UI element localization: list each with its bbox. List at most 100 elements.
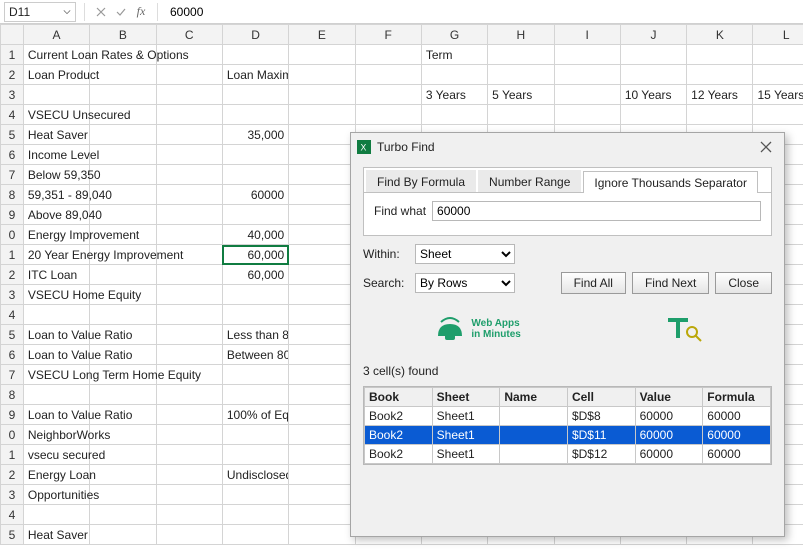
cell[interactable] xyxy=(222,365,288,385)
row-header[interactable]: 6 xyxy=(1,145,24,165)
cell[interactable] xyxy=(156,105,222,125)
cell[interactable] xyxy=(222,505,288,525)
cell[interactable] xyxy=(289,345,355,365)
row-header[interactable]: 3 xyxy=(1,85,24,105)
cell[interactable]: 60,000 xyxy=(222,245,288,265)
cell[interactable] xyxy=(156,385,222,405)
cell[interactable]: Energy Loan xyxy=(23,465,89,485)
tab-number-range[interactable]: Number Range xyxy=(478,170,581,192)
cell[interactable]: Heat Saver xyxy=(23,125,89,145)
col-header-H[interactable]: H xyxy=(488,25,554,45)
cell[interactable] xyxy=(90,265,156,285)
row-header[interactable]: 9 xyxy=(1,405,24,425)
cell[interactable] xyxy=(222,165,288,185)
fx-icon[interactable]: fx xyxy=(133,4,149,20)
result-row[interactable]: Book2Sheet1$D$116000060000 xyxy=(365,426,771,445)
result-col-header[interactable]: Value xyxy=(635,388,703,407)
cell[interactable]: 12 Years xyxy=(687,85,753,105)
cell[interactable] xyxy=(90,385,156,405)
row-header[interactable]: 6 xyxy=(1,345,24,365)
result-row[interactable]: Book2Sheet1$D$126000060000 xyxy=(365,445,771,464)
turbo-find-logo[interactable] xyxy=(662,314,702,344)
cell[interactable]: 3 Years xyxy=(421,85,487,105)
cell[interactable] xyxy=(488,65,554,85)
cell[interactable] xyxy=(156,125,222,145)
cell[interactable] xyxy=(222,485,288,505)
cell[interactable] xyxy=(23,85,89,105)
cell[interactable]: Income Level xyxy=(23,145,89,165)
cell[interactable]: 10 Years xyxy=(620,85,686,105)
cell[interactable] xyxy=(156,145,222,165)
find-next-button[interactable]: Find Next xyxy=(632,272,709,294)
cell[interactable] xyxy=(23,505,89,525)
cell[interactable] xyxy=(222,205,288,225)
cell[interactable] xyxy=(289,245,355,265)
cell[interactable] xyxy=(156,325,222,345)
cell[interactable] xyxy=(222,145,288,165)
close-button[interactable]: Close xyxy=(715,272,772,294)
cell[interactable] xyxy=(355,105,421,125)
cell[interactable] xyxy=(90,65,156,85)
col-header-I[interactable]: I xyxy=(554,25,620,45)
cell[interactable]: Between 80% & 90 xyxy=(222,345,288,365)
cell[interactable] xyxy=(421,105,487,125)
cell[interactable] xyxy=(753,45,803,65)
cell[interactable] xyxy=(222,445,288,465)
cell[interactable] xyxy=(156,305,222,325)
row-header[interactable]: 8 xyxy=(1,185,24,205)
cell[interactable]: ITC Loan xyxy=(23,265,89,285)
cell[interactable] xyxy=(156,505,222,525)
cell[interactable] xyxy=(289,225,355,245)
cell[interactable] xyxy=(289,325,355,345)
cell[interactable] xyxy=(156,345,222,365)
web-apps-logo[interactable]: Web Apps in Minutes xyxy=(433,314,520,344)
cell[interactable] xyxy=(289,105,355,125)
cell[interactable]: 40,000 xyxy=(222,225,288,245)
col-header-J[interactable]: J xyxy=(620,25,686,45)
cell[interactable] xyxy=(156,265,222,285)
cell[interactable] xyxy=(156,405,222,425)
row-header[interactable]: 5 xyxy=(1,125,24,145)
cell[interactable]: Loan to Value Ratio xyxy=(23,345,89,365)
cell[interactable] xyxy=(488,45,554,65)
row-header[interactable]: 0 xyxy=(1,225,24,245)
cell[interactable]: Loan Maximum xyxy=(222,65,288,85)
cell[interactable]: 59,351 - 89,040 xyxy=(23,185,89,205)
row-header[interactable]: 2 xyxy=(1,65,24,85)
col-header-D[interactable]: D xyxy=(222,25,288,45)
cell[interactable] xyxy=(289,365,355,385)
search-select[interactable]: By Rows xyxy=(415,273,515,293)
close-icon[interactable] xyxy=(754,135,778,159)
cell[interactable] xyxy=(156,85,222,105)
cancel-icon[interactable] xyxy=(93,4,109,20)
col-header-L[interactable]: L xyxy=(753,25,803,45)
cell[interactable]: Below 59,350 xyxy=(23,165,89,185)
cell[interactable] xyxy=(289,45,355,65)
cell[interactable] xyxy=(23,305,89,325)
cell[interactable] xyxy=(355,45,421,65)
confirm-icon[interactable] xyxy=(113,4,129,20)
dialog-titlebar[interactable]: X Turbo Find xyxy=(351,133,784,161)
cell[interactable] xyxy=(90,505,156,525)
cell[interactable]: 100% of Equity xyxy=(222,405,288,425)
cell[interactable] xyxy=(687,105,753,125)
row-header[interactable]: 7 xyxy=(1,165,24,185)
corner-cell[interactable] xyxy=(1,25,24,45)
cell[interactable] xyxy=(156,185,222,205)
cell[interactable] xyxy=(90,465,156,485)
cell[interactable]: 15 Years xyxy=(753,85,803,105)
cell[interactable] xyxy=(289,505,355,525)
cell[interactable]: 35,000 xyxy=(222,125,288,145)
cell[interactable] xyxy=(289,465,355,485)
row-header[interactable]: 8 xyxy=(1,385,24,405)
cell[interactable] xyxy=(289,65,355,85)
row-header[interactable]: 3 xyxy=(1,285,24,305)
tab-ignore-thousands-separator[interactable]: Ignore Thousands Separator xyxy=(583,171,758,193)
cell[interactable]: Undisclosed xyxy=(222,465,288,485)
cell[interactable] xyxy=(156,285,222,305)
cell[interactable] xyxy=(156,205,222,225)
cell[interactable] xyxy=(222,105,288,125)
cell[interactable] xyxy=(421,65,487,85)
cell[interactable]: Energy Improvement xyxy=(23,225,89,245)
cell[interactable] xyxy=(90,305,156,325)
